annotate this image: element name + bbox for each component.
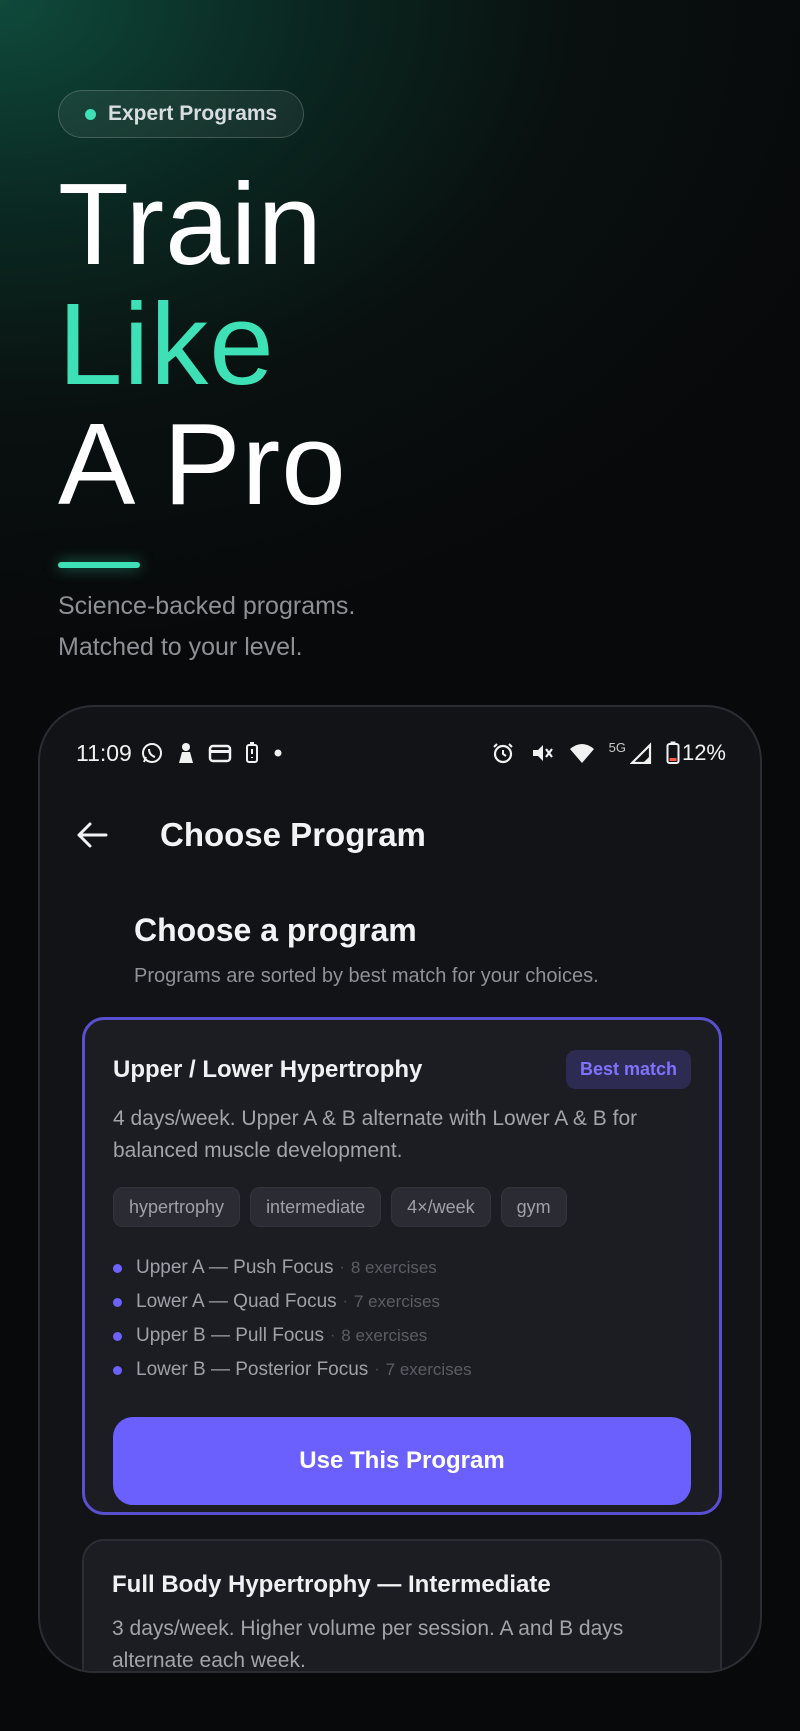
list-item: Lower A — Quad Focus · 7 exercises: [113, 1285, 691, 1319]
battery-saver-icon: [244, 741, 260, 765]
page-title: Choose Program: [160, 816, 426, 853]
program-section-header: Choose a program Programs are sorted by …: [134, 912, 720, 988]
wallet-icon: [208, 742, 232, 764]
app-bar: Choose Program: [70, 807, 730, 863]
bullet-icon: [113, 1263, 122, 1273]
status-bar: 11:09 5G 12%: [76, 733, 726, 773]
separator-dot: ·: [329, 1327, 336, 1344]
device-frame: 11:09 5G 12% Choose Program Choose a pro…: [38, 705, 762, 1673]
tag-chip: gym: [500, 1187, 567, 1227]
dot-icon: [272, 747, 284, 759]
program-description: 3 days/week. Higher volume per session. …: [112, 1617, 624, 1672]
vibrate-off-icon: [529, 741, 555, 765]
alarm-icon: [491, 741, 515, 765]
session-name: Lower A — Quad Focus: [136, 1291, 337, 1312]
program-card-full-body[interactable]: Full Body Hypertrophy — Intermediate 3 d…: [82, 1539, 722, 1672]
program-tags: hypertrophy intermediate 4×/week gym: [113, 1187, 691, 1227]
hero-headline: Train Like A Pro: [58, 164, 758, 524]
separator-dot: ·: [342, 1293, 348, 1310]
signal-icon: [629, 742, 652, 764]
headline-line-1: Train: [58, 159, 323, 289]
headline-line-3: A Pro: [58, 399, 347, 529]
list-item: Upper B — Pull Focus · 8 exercises: [113, 1319, 691, 1353]
program-title: Upper / Lower Hypertrophy: [113, 1055, 423, 1083]
section-heading: Choose a program: [134, 912, 417, 948]
notification-icons: [140, 741, 284, 765]
status-time: 11:09: [76, 739, 132, 766]
separator-dot: ·: [339, 1259, 345, 1276]
subtitle-line-2: Matched to your level.: [58, 633, 303, 661]
session-name: Upper B — Pull Focus: [136, 1325, 324, 1346]
system-icons: 5G 12%: [491, 740, 726, 766]
accent-divider: [58, 562, 140, 568]
exercise-count: 8 exercises: [350, 1258, 437, 1277]
exercise-count: 7 exercises: [385, 1360, 472, 1379]
session-name: Lower B — Posterior Focus: [136, 1359, 369, 1380]
tag-chip: intermediate: [250, 1187, 382, 1227]
hero-subtitle: Science-backed programs. Matched to your…: [58, 586, 758, 668]
bullet-icon: [113, 1297, 122, 1307]
tag-chip: hypertrophy: [113, 1187, 241, 1227]
expert-programs-pill: Expert Programs: [58, 90, 305, 138]
program-title: Full Body Hypertrophy — Intermediate: [112, 1571, 551, 1598]
bullet-icon: [113, 1331, 122, 1341]
wifi-icon: [569, 742, 595, 764]
program-description: 4 days/week. Upper A & B alternate with …: [113, 1107, 638, 1162]
status-dot-icon: [85, 108, 96, 120]
list-item: Upper A — Push Focus · 8 exercises: [113, 1251, 691, 1285]
separator-dot: ·: [374, 1361, 380, 1378]
tag-chip: 4×/week: [391, 1187, 491, 1227]
subtitle-line-1: Science-backed programs.: [58, 592, 356, 620]
section-description: Programs are sorted by best match for yo…: [134, 965, 599, 987]
pill-label: Expert Programs: [108, 102, 278, 125]
session-list: Upper A — Push Focus · 8 exercises Lower…: [113, 1251, 691, 1387]
session-name: Upper A — Push Focus: [136, 1257, 334, 1278]
best-match-badge: Best match: [565, 1050, 691, 1089]
hero-section: Expert Programs Train Like A Pro Science…: [58, 90, 758, 668]
bullet-icon: [113, 1365, 122, 1375]
battery-indicator: 12%: [666, 740, 726, 766]
exercise-count: 7 exercises: [354, 1292, 440, 1311]
network-type: 5G: [608, 739, 626, 755]
person-icon: [176, 741, 196, 765]
program-card-upper-lower[interactable]: Upper / Lower Hypertrophy Best match 4 d…: [82, 1017, 722, 1515]
exercise-count: 8 exercises: [341, 1326, 428, 1345]
back-arrow-icon[interactable]: [70, 813, 114, 857]
use-program-button[interactable]: Use This Program: [113, 1417, 691, 1505]
headline-line-2: Like: [58, 279, 275, 409]
battery-percent: 12%: [681, 740, 726, 765]
whatsapp-icon: [140, 741, 164, 765]
list-item: Lower B — Posterior Focus · 7 exercises: [113, 1353, 691, 1387]
battery-icon: [666, 741, 680, 765]
